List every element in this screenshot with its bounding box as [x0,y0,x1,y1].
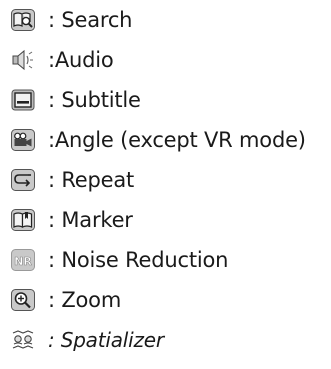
zoom-icon [11,289,35,311]
legend-row-audio: :Audio [0,42,331,78]
angle-icon [11,129,35,151]
legend-label-audio: :Audio [48,48,114,72]
legend-row-repeat: : Repeat [0,162,331,198]
legend-label-spatializer: : Spatializer [48,328,164,352]
search-icon [11,9,35,31]
legend-row-noise-reduction: NR : Noise Reduction [0,242,331,278]
noise-reduction-icon: NR [11,249,35,271]
subtitle-icon [11,89,35,111]
legend-label-repeat: : Repeat [48,168,135,192]
marker-icon [11,209,35,231]
legend-row-spatializer: : Spatializer [0,322,331,358]
icon-legend: : Search :Audio : Subtitle:Angle (excep… [0,0,331,369]
legend-label-search: : Search [48,8,133,32]
spatializer-icon [11,329,35,351]
noise-reduction-icon-text: NR [14,255,32,268]
audio-icon [11,49,35,71]
legend-row-subtitle: : Subtitle [0,82,331,118]
legend-label-zoom: : Zoom [48,288,122,312]
legend-label-noise-reduction: : Noise Reduction [48,248,229,272]
legend-row-angle: :Angle (except VR mode) [0,122,331,158]
legend-label-subtitle: : Subtitle [48,88,141,112]
legend-label-angle: :Angle (except VR mode) [48,128,306,152]
legend-label-marker: : Marker [48,208,133,232]
legend-row-marker: : Marker [0,202,331,238]
legend-row-zoom: : Zoom [0,282,331,318]
legend-row-search: : Search [0,2,331,38]
repeat-icon [11,169,35,191]
